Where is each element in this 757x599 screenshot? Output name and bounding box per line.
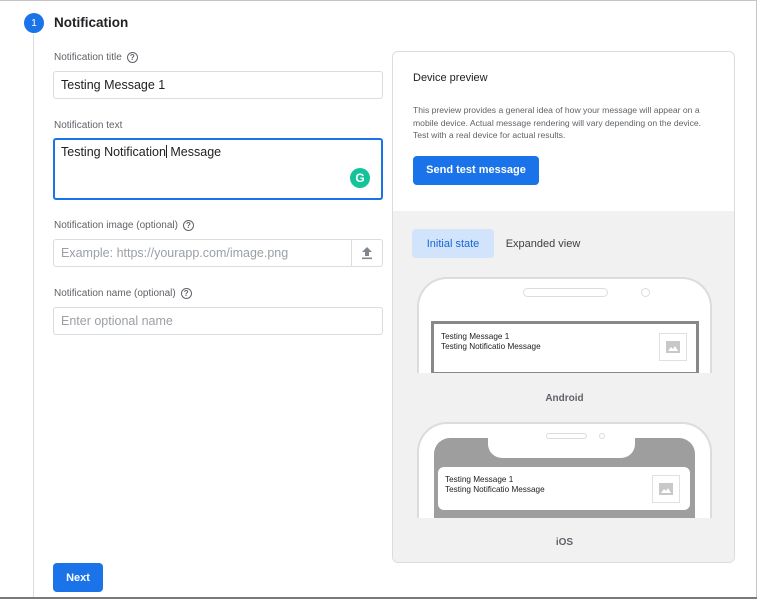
android-notification: Testing Message 1 Testing Notificatio Me…: [431, 321, 699, 373]
ios-notch: [488, 436, 635, 458]
send-test-message-button[interactable]: Send test message: [413, 155, 539, 185]
ios-phone-mockup: Testing Message 1 Testing Notificatio Me…: [417, 422, 712, 518]
tab-initial-state[interactable]: Initial state: [412, 229, 494, 258]
notification-text-value-before: Testing Notification: [61, 145, 166, 159]
ios-camera: [599, 433, 605, 439]
phone-camera: [641, 288, 650, 297]
notification-title-input[interactable]: Testing Message 1: [53, 71, 383, 99]
notification-text-label-text: Notification text: [54, 120, 123, 131]
ios-speaker: [546, 433, 587, 439]
image-placeholder-icon: [659, 333, 687, 361]
ios-notification-title: Testing Message 1: [445, 475, 514, 484]
device-preview-panel: Device preview This preview provides a g…: [392, 51, 735, 563]
phone-speaker: [523, 288, 608, 297]
android-notification-title: Testing Message 1: [441, 332, 510, 341]
notification-name-input[interactable]: Enter optional name: [53, 307, 383, 335]
preview-header: Device preview This preview provides a g…: [393, 52, 734, 211]
ios-notification: Testing Message 1 Testing Notificatio Me…: [438, 467, 690, 510]
notification-name-label: Notification name (optional) ?: [54, 288, 192, 299]
notification-image-label: Notification image (optional) ?: [54, 220, 194, 231]
ios-screen: Testing Message 1 Testing Notificatio Me…: [434, 436, 695, 518]
android-label: Android: [545, 393, 584, 404]
notification-image-label-text: Notification image (optional): [54, 220, 178, 231]
next-button[interactable]: Next: [53, 563, 103, 592]
step-title: Notification: [54, 15, 129, 30]
notification-name-label-text: Notification name (optional): [54, 288, 176, 299]
preview-canvas: Initial state Expanded view Testing Mess…: [393, 211, 734, 562]
ios-label: iOS: [555, 537, 574, 548]
notification-text-value-after: Message: [166, 145, 222, 159]
notification-text-input[interactable]: Testing Notification Message G: [53, 138, 383, 200]
upload-button[interactable]: [351, 239, 383, 267]
help-icon[interactable]: ?: [126, 52, 138, 63]
image-placeholder-icon: [652, 475, 680, 503]
ios-notification-text: Testing Notificatio Message: [445, 485, 545, 494]
android-notification-text: Testing Notificatio Message: [441, 342, 541, 351]
step-number-badge: 1: [24, 13, 44, 33]
tab-expanded-view[interactable]: Expanded view: [499, 229, 587, 258]
notification-image-input[interactable]: Example: https://yourapp.com/image.png: [53, 239, 352, 267]
notification-title-label: Notification title ?: [54, 52, 138, 63]
help-icon[interactable]: ?: [180, 288, 192, 299]
grammarly-icon[interactable]: G: [350, 168, 370, 188]
notification-title-label-text: Notification title: [54, 52, 122, 63]
notification-text-label: Notification text: [54, 120, 122, 131]
step-connector-line: [33, 34, 34, 599]
upload-icon: [362, 247, 372, 260]
android-phone-mockup: Testing Message 1 Testing Notificatio Me…: [417, 277, 712, 373]
preview-description: This preview provides a general idea of …: [413, 105, 702, 140]
help-icon[interactable]: ?: [182, 220, 194, 231]
preview-title: Device preview: [413, 72, 488, 84]
